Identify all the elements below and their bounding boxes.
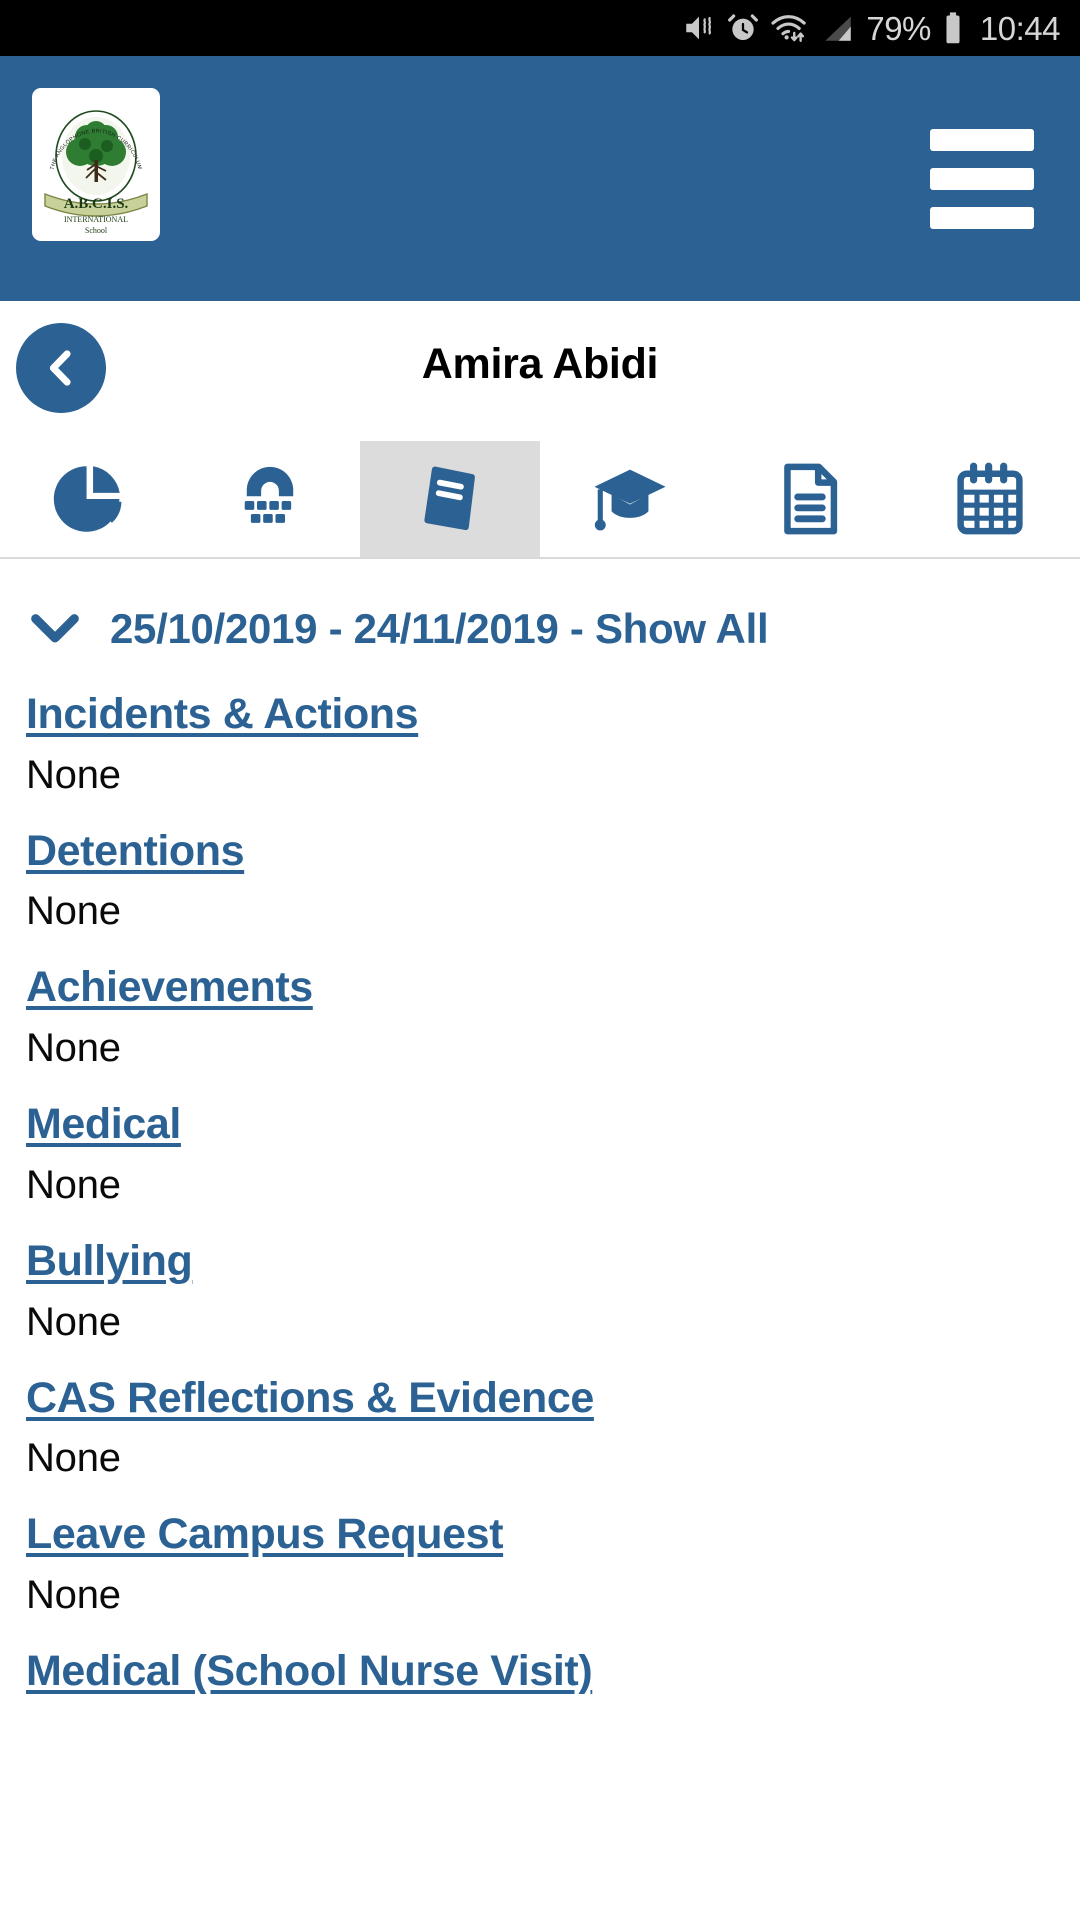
- list-item: CAS Reflections & Evidence None: [26, 1373, 1080, 1484]
- hamburger-menu-button[interactable]: [930, 128, 1034, 229]
- list-item-value: None: [26, 1026, 121, 1071]
- behaviour-list: Incidents & Actions None Detentions None…: [0, 653, 1080, 1697]
- list-item: Leave Campus Request None: [26, 1509, 1080, 1620]
- list-item-link[interactable]: Achievements: [26, 962, 313, 1013]
- list-item: Detentions None: [26, 826, 1080, 937]
- title-bar: Amira Abidi: [0, 301, 1080, 427]
- tab-summary[interactable]: [0, 441, 180, 557]
- battery-percent-label: 79%: [866, 9, 931, 47]
- tab-behaviour[interactable]: [360, 441, 540, 557]
- list-item-value: None: [26, 1573, 121, 1618]
- svg-text:A.B.C.I.S.: A.B.C.I.S.: [64, 196, 129, 212]
- tab-bar: [0, 441, 1080, 559]
- status-bar: 79% 10:44: [0, 0, 1080, 56]
- pie-chart-icon: [49, 458, 131, 540]
- list-item-link[interactable]: Medical: [26, 1099, 181, 1150]
- abacus-icon: [229, 458, 311, 540]
- list-item: Medical None: [26, 1099, 1080, 1210]
- signal-icon: [821, 11, 855, 45]
- hamburger-bar-1: [930, 128, 1034, 151]
- list-item-link[interactable]: Medical (School Nurse Visit): [26, 1646, 593, 1697]
- hamburger-bar-2: [930, 167, 1034, 190]
- wifi-icon: [770, 11, 810, 45]
- hamburger-bar-3: [930, 206, 1034, 229]
- list-item-link[interactable]: Incidents & Actions: [26, 689, 419, 740]
- battery-icon: [942, 11, 964, 45]
- list-item: Incidents & Actions None: [26, 689, 1080, 800]
- svg-text:INTERNATIONAL: INTERNATIONAL: [64, 215, 128, 224]
- list-item-value: None: [26, 752, 121, 797]
- list-item-value: None: [26, 1162, 121, 1207]
- page-title: Amira Abidi: [421, 339, 659, 388]
- date-range-filter[interactable]: 25/10/2019 - 24/11/2019 - Show All: [0, 559, 1080, 653]
- list-item-link[interactable]: Leave Campus Request: [26, 1509, 504, 1560]
- tab-reports[interactable]: [720, 441, 900, 557]
- tab-academic[interactable]: [540, 441, 720, 557]
- tab-attendance[interactable]: [180, 441, 360, 557]
- date-range-label: 25/10/2019 - 24/11/2019 - Show All: [110, 605, 769, 652]
- list-item-value: None: [26, 1299, 121, 1344]
- status-clock: 10:44: [979, 9, 1061, 47]
- list-item-link[interactable]: CAS Reflections & Evidence: [26, 1373, 594, 1424]
- list-item: Medical (School Nurse Visit): [26, 1646, 1080, 1697]
- list-item-value: None: [26, 889, 121, 934]
- list-item: Achievements None: [26, 962, 1080, 1073]
- school-logo[interactable]: THE ANGLOPHONE BRITISH CURRICULUM A.B.C.…: [32, 88, 160, 241]
- book-icon: [409, 458, 491, 540]
- calendar-icon: [949, 458, 1031, 540]
- mute-vibrate-icon: [682, 11, 716, 45]
- list-item-link[interactable]: Detentions: [26, 826, 245, 877]
- list-item-value: None: [26, 1436, 121, 1481]
- chevron-left-icon: [49, 350, 71, 386]
- document-icon: [769, 458, 851, 540]
- chevron-down-icon: [28, 609, 82, 649]
- back-button[interactable]: [16, 323, 106, 413]
- tab-timetable[interactable]: [900, 441, 1080, 557]
- svg-text:School: School: [85, 226, 108, 235]
- list-item: Bullying None: [26, 1236, 1080, 1347]
- alarm-icon: [727, 12, 759, 44]
- app-bar: THE ANGLOPHONE BRITISH CURRICULUM A.B.C.…: [0, 56, 1080, 301]
- list-item-link[interactable]: Bullying: [26, 1236, 193, 1287]
- graduation-cap-icon: [589, 458, 671, 540]
